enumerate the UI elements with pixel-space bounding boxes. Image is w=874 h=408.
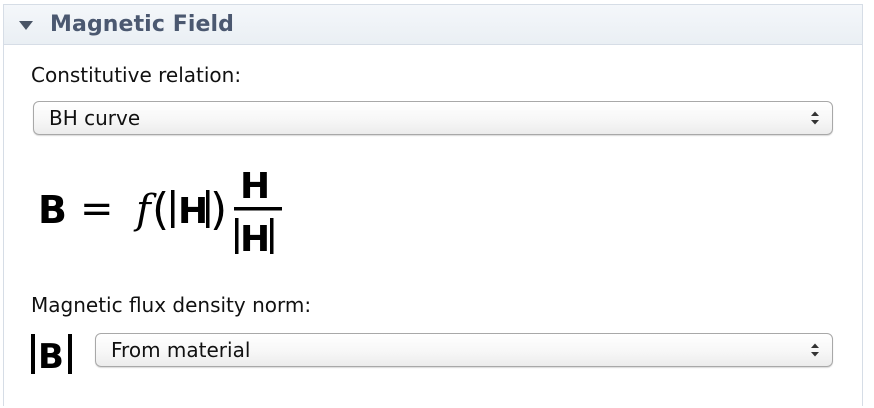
symbol-bar-right [68,334,72,374]
equation-lhs-b: B [38,188,67,232]
bh-equation: B = f ( H ) H H [38,166,282,260]
select-spinner-icon [811,343,819,357]
triangle-down-icon[interactable] [19,21,33,30]
equation-norm-bar-right [206,190,210,228]
equation-norm-bar-left [171,190,175,228]
section-header[interactable]: Magnetic Field [4,5,862,45]
flux-density-symbol: B [31,334,72,377]
equation-arg-h: H [178,191,208,232]
select-spinner-icon [811,111,819,125]
equation-fraction-bar [234,207,282,211]
flux-density-norm-select[interactable]: From material [95,333,833,367]
constitutive-relation-label: Constitutive relation: [31,63,242,87]
equation-close-paren: ) [210,184,227,235]
equation-numerator-h: H [240,166,270,207]
flux-density-norm-label: Magnetic flux density norm: [31,293,312,317]
equation-equals: = [80,186,114,232]
equation-denominator-bar-right [270,218,274,254]
flux-density-norm-value: From material [111,338,251,362]
section-title: Magnetic Field [50,12,235,37]
symbol-b: B [38,337,64,377]
constitutive-relation-select[interactable]: BH curve [33,101,833,135]
constitutive-relation-value: BH curve [49,106,141,130]
equation-denominator-h: H [240,219,270,260]
equation-denominator-bar-left [235,218,239,254]
equation-open-paren: ( [152,184,169,235]
symbol-bar-left [31,334,35,374]
